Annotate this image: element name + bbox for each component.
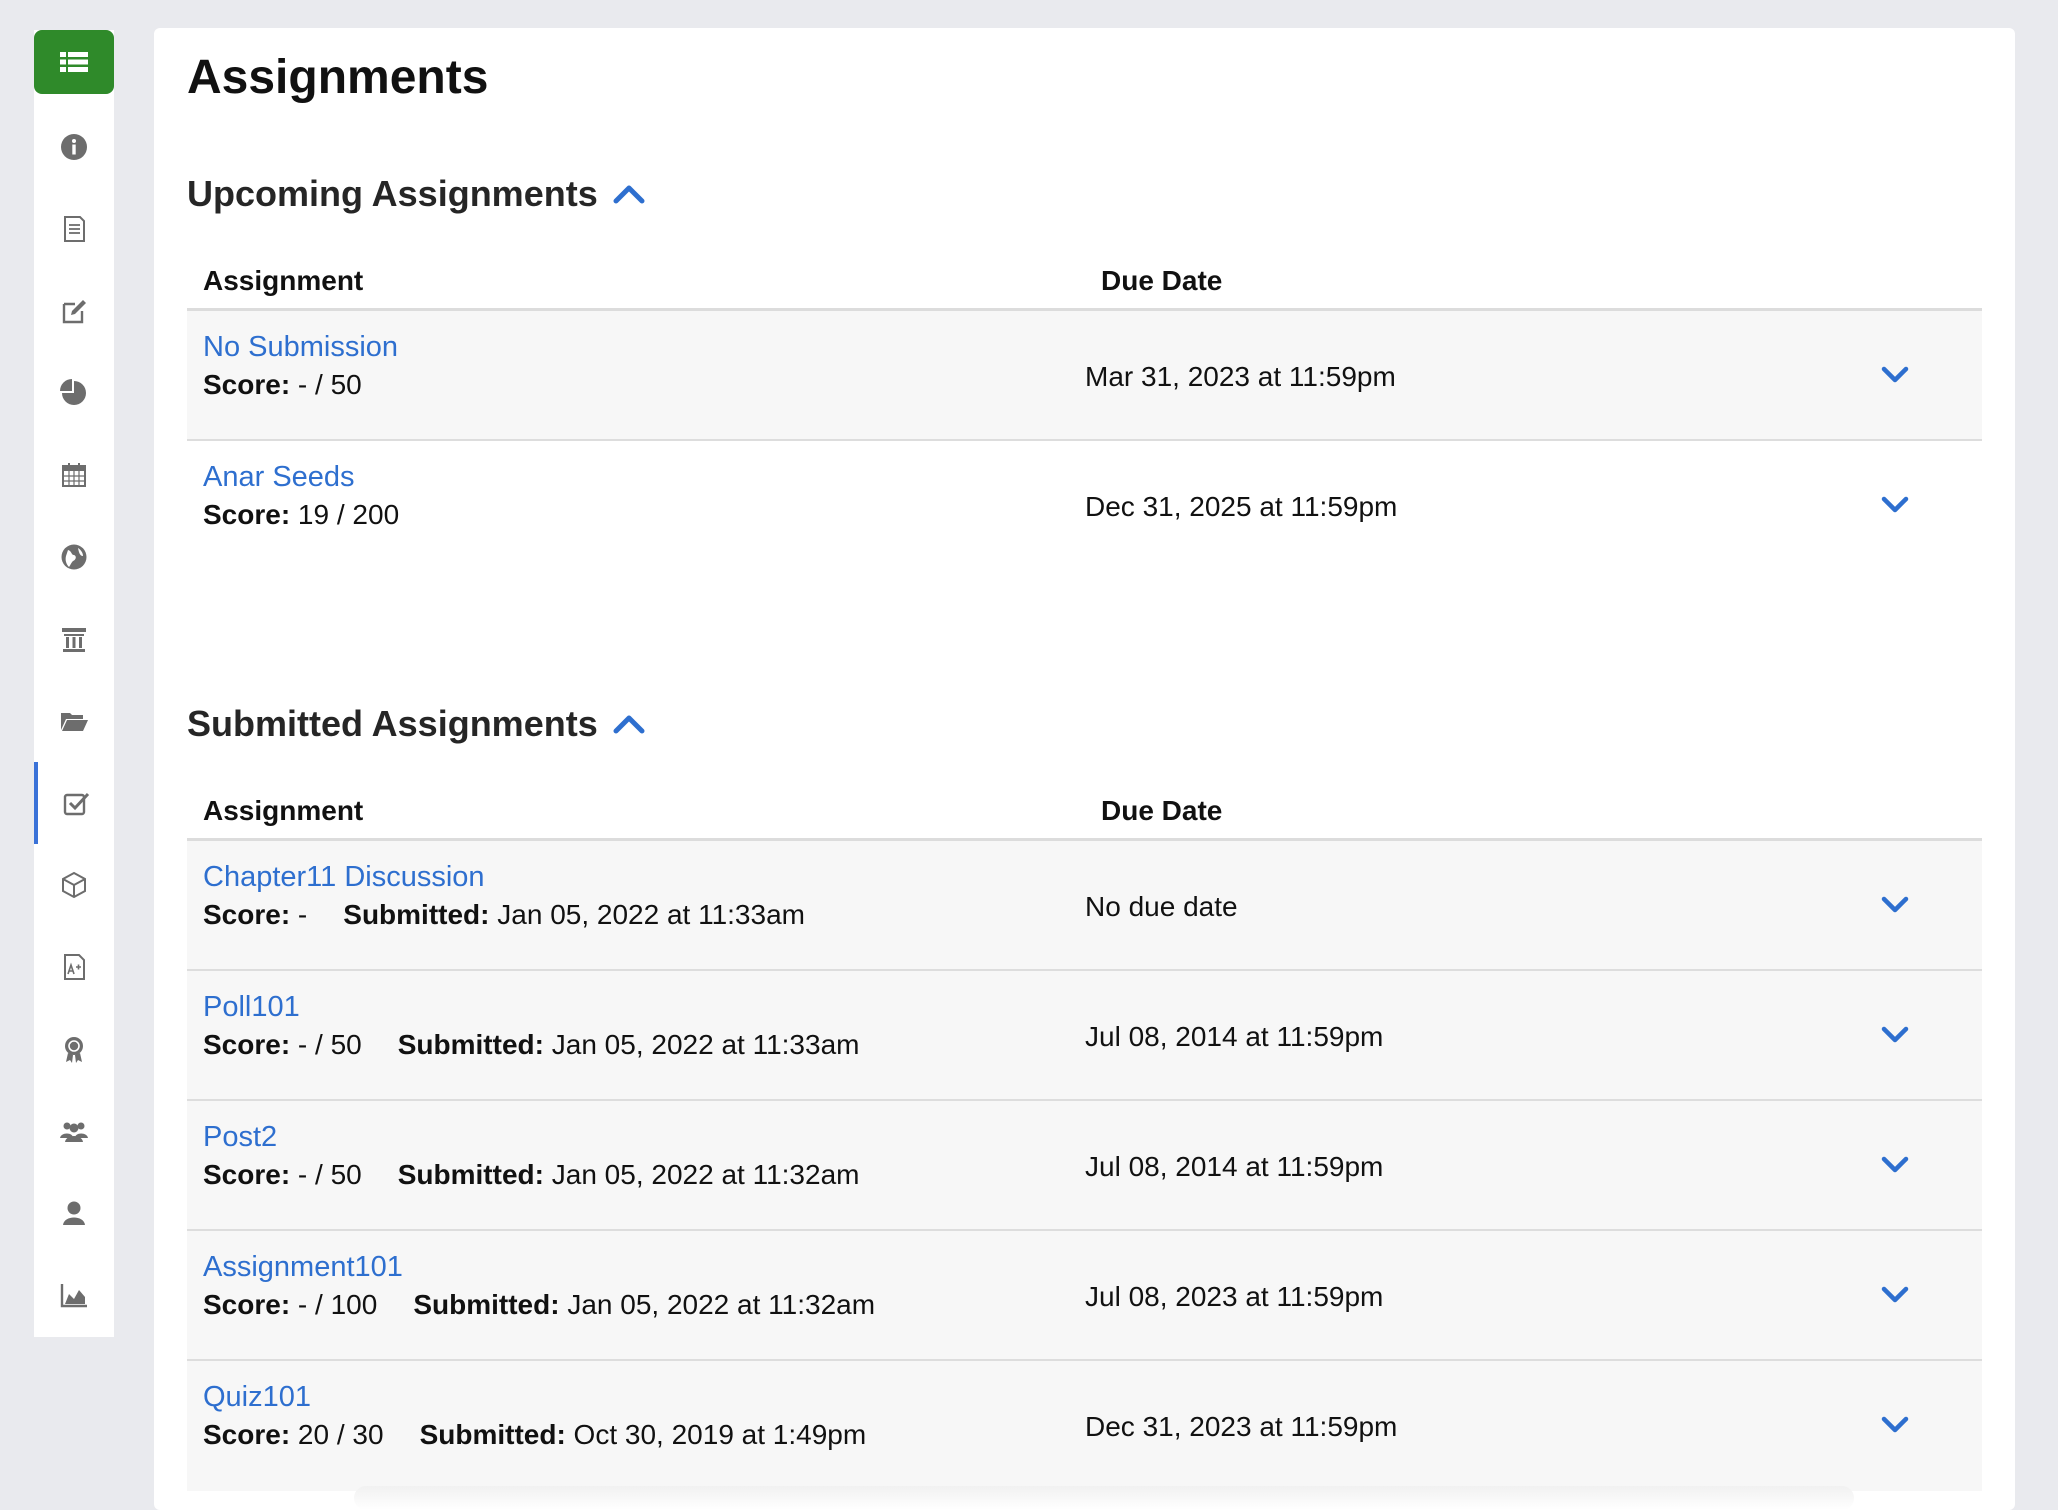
assignment-due-date: Dec 31, 2023 at 11:59pm [1085, 1411, 1398, 1442]
sidebar-item-global[interactable] [34, 516, 114, 598]
chevron-down-icon[interactable] [1880, 893, 1910, 915]
sidebar-item-syllabus[interactable] [34, 188, 114, 270]
column-header-assignment[interactable]: Assignment [203, 265, 363, 297]
page-title: Assignments [187, 51, 489, 104]
assignment-due-date: Mar 31, 2023 at 11:59pm [1085, 361, 1396, 392]
assignment-score: Score: - / 100 Submitted: Jan 05, 2022 at… [203, 1289, 876, 1320]
assignment-score: Score: 19 / 200 [203, 499, 400, 530]
pie-chart-icon [60, 379, 86, 405]
table-row: Assignment101 Score: - / 100 Submitted: J… [187, 1231, 1982, 1361]
info-icon [61, 134, 87, 160]
table-row: No Submission Score: - / 50 Mar 31, 2023… [187, 311, 1982, 441]
globe-icon [61, 544, 87, 570]
cube-icon [62, 871, 86, 899]
assignment-due-date: No due date [1085, 891, 1238, 922]
submitted-section-header: Submitted Assignments [187, 703, 646, 745]
sidebar-item-groups[interactable] [34, 1090, 114, 1172]
assignment-score: Score: - / 50 [203, 369, 362, 400]
submitted-table-header: Assignment Due Date [187, 777, 1982, 841]
assignment-score: Score: 20 / 30 Submitted: Oct 30, 2019 at… [203, 1419, 867, 1450]
sidebar-toggle-button[interactable] [34, 30, 114, 94]
table-row: Poll101 Score: - / 50 Submitted: Jan 05, … [187, 971, 1982, 1101]
assignment-link[interactable]: Assignment101 [203, 1251, 403, 1284]
sidebar-item-reports[interactable] [34, 352, 114, 434]
assignment-link[interactable]: Poll101 [203, 991, 300, 1024]
assignment-due-date: Jul 08, 2014 at 11:59pm [1085, 1021, 1384, 1052]
sidebar-item-assignments[interactable] [34, 762, 114, 844]
folder-open-icon [61, 713, 88, 731]
grade-document-icon [64, 954, 85, 980]
edit-icon [62, 300, 86, 324]
user-icon [63, 1201, 85, 1225]
table-row: Anar Seeds Score: 19 / 200 Dec 31, 2025 … [187, 441, 1982, 571]
assignment-due-date: Jul 08, 2023 at 11:59pm [1085, 1281, 1384, 1312]
chevron-down-icon[interactable] [1880, 493, 1910, 515]
upcoming-section-header: Upcoming Assignments [187, 173, 646, 215]
assignment-due-date: Jul 08, 2014 at 11:59pm [1085, 1151, 1384, 1182]
column-header-assignment[interactable]: Assignment [203, 795, 363, 827]
checkbox-icon [63, 792, 90, 816]
submitted-section-title: Submitted Assignments [187, 703, 598, 744]
table-bottom-shadow [354, 1486, 1854, 1510]
sidebar-item-awards[interactable] [34, 1008, 114, 1090]
chevron-up-icon[interactable] [612, 712, 646, 736]
calendar-icon [62, 463, 86, 487]
assignment-score: Score: - / 50 Submitted: Jan 05, 2022 at … [203, 1029, 860, 1060]
sidebar [34, 30, 114, 1337]
sidebar-item-grades[interactable] [34, 926, 114, 1008]
upcoming-table-header: Assignment Due Date [187, 247, 1982, 311]
assignment-link[interactable]: Quiz101 [203, 1381, 311, 1414]
chevron-down-icon[interactable] [1880, 1283, 1910, 1305]
assignment-link[interactable]: Chapter11 Discussion [203, 861, 485, 894]
chevron-up-icon[interactable] [612, 182, 646, 206]
sidebar-item-analytics[interactable] [34, 1254, 114, 1336]
assignment-link[interactable]: Anar Seeds [203, 461, 355, 494]
sidebar-item-library[interactable] [34, 598, 114, 680]
table-row: Post2 Score: - / 50 Submitted: Jan 05, 20… [187, 1101, 1982, 1231]
assignment-link[interactable]: Post2 [203, 1121, 277, 1154]
table-row: Quiz101 Score: 20 / 30 Submitted: Oct 30,… [187, 1361, 1982, 1491]
column-header-due-date[interactable]: Due Date [1101, 795, 1222, 827]
document-icon [64, 216, 85, 242]
sidebar-item-packages[interactable] [34, 844, 114, 926]
sidebar-item-edit[interactable] [34, 270, 114, 352]
sidebar-item-files[interactable] [34, 680, 114, 762]
main-content: Assignments Upcoming Assignments Assignm… [154, 28, 2015, 1510]
upcoming-section-title: Upcoming Assignments [187, 173, 598, 214]
area-chart-icon [60, 1284, 87, 1308]
table-row: Chapter11 Discussion Score: - Submitted: … [187, 841, 1982, 971]
sidebar-item-profile[interactable] [34, 1172, 114, 1254]
chevron-down-icon[interactable] [1880, 363, 1910, 385]
assignment-due-date: Dec 31, 2025 at 11:59pm [1085, 491, 1398, 522]
chevron-down-icon[interactable] [1880, 1023, 1910, 1045]
assignment-score: Score: - Submitted: Jan 05, 2022 at 11:33… [203, 899, 805, 930]
users-icon [60, 1122, 88, 1142]
column-header-due-date[interactable]: Due Date [1101, 265, 1222, 297]
assignment-link[interactable]: No Submission [203, 331, 398, 364]
library-icon [62, 628, 86, 652]
sidebar-item-info[interactable] [34, 106, 114, 188]
sidebar-item-calendar[interactable] [34, 434, 114, 516]
assignment-score: Score: - / 50 Submitted: Jan 05, 2022 at … [203, 1159, 860, 1190]
award-icon [65, 1037, 83, 1063]
chevron-down-icon[interactable] [1880, 1413, 1910, 1435]
chevron-down-icon[interactable] [1880, 1153, 1910, 1175]
list-icon [60, 52, 88, 72]
